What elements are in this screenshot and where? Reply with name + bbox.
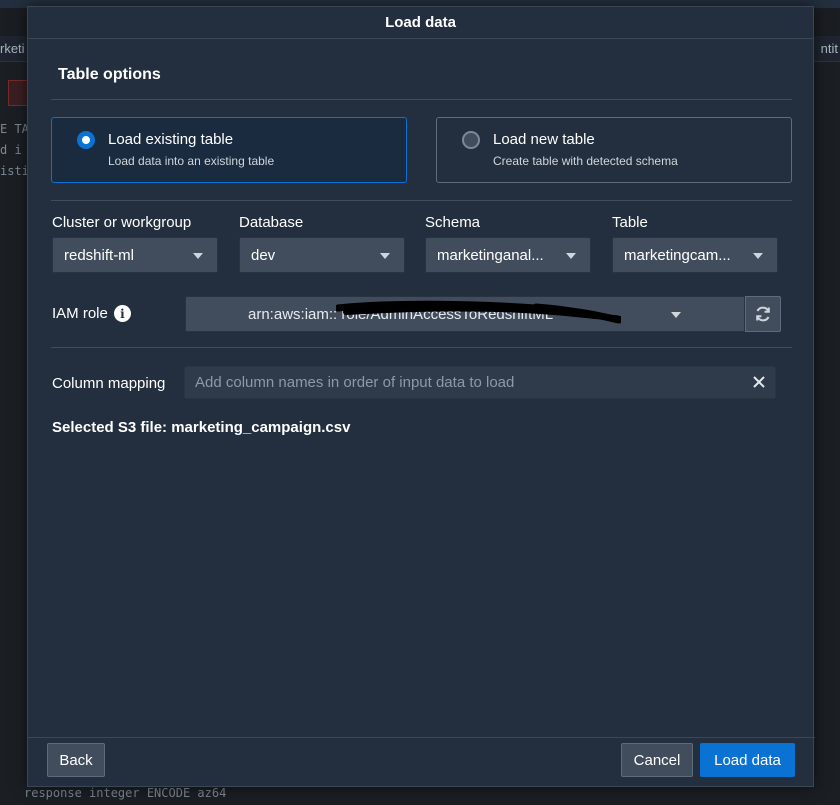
- modal-header: Load data: [28, 7, 813, 39]
- option-load-new-table[interactable]: Load new table Create table with detecte…: [436, 117, 792, 183]
- background-tab-left: rketi: [0, 41, 25, 56]
- cancel-button[interactable]: Cancel: [621, 743, 693, 777]
- chevron-down-icon: [671, 312, 681, 318]
- back-button[interactable]: Back: [47, 743, 105, 777]
- modal-body: Table options Load existing table Load d…: [51, 40, 792, 740]
- schema-value: marketinganal...: [437, 246, 544, 264]
- iam-divider: [51, 347, 792, 348]
- cluster-value: redshift-ml: [64, 246, 135, 264]
- cluster-label: Cluster or workgroup: [52, 214, 192, 231]
- info-icon[interactable]: i: [113, 305, 131, 322]
- background-tab-right: ntit: [820, 41, 838, 56]
- schema-label: Schema: [425, 214, 481, 231]
- load-data-button[interactable]: Load data: [700, 743, 795, 777]
- chevron-down-icon: [753, 253, 763, 259]
- chevron-down-icon: [380, 253, 390, 259]
- close-icon[interactable]: [751, 374, 767, 390]
- background-code-line: E TA: [0, 122, 29, 136]
- background-code-line: response integer ENCODE az64: [24, 786, 227, 800]
- radio-button[interactable]: [462, 131, 480, 149]
- options-divider: [51, 200, 792, 201]
- option-description: Load data into an existing table: [108, 154, 275, 168]
- table-select[interactable]: marketingcam...: [612, 237, 778, 273]
- option-label: Load new table: [493, 131, 595, 148]
- column-mapping-label: Column mapping: [52, 375, 166, 392]
- refresh-button[interactable]: [745, 296, 781, 332]
- section-title: Table options: [58, 66, 161, 83]
- iam-role-select[interactable]: arn:aws:iam:: role/AdminAccessToRedshift…: [185, 296, 745, 332]
- database-select[interactable]: dev: [239, 237, 405, 273]
- footer-divider: [28, 737, 815, 738]
- section-divider: [51, 99, 792, 100]
- option-description: Create table with detected schema: [493, 154, 678, 168]
- iam-role-label-text: IAM role: [52, 305, 108, 322]
- selected-s3-file: Selected S3 file: marketing_campaign.csv: [52, 419, 351, 436]
- schema-select[interactable]: marketinganal...: [425, 237, 591, 273]
- table-value: marketingcam...: [624, 246, 731, 264]
- cluster-select[interactable]: redshift-ml: [52, 237, 218, 273]
- load-data-modal: Load data Table options Load existing ta…: [27, 6, 815, 787]
- modal-title: Load data: [385, 14, 456, 31]
- iam-role-label: IAM role i: [52, 305, 131, 322]
- chevron-down-icon: [566, 253, 576, 259]
- chevron-down-icon: [193, 253, 203, 259]
- refresh-icon: [756, 306, 770, 322]
- option-label: Load existing table: [108, 131, 234, 148]
- column-mapping-input[interactable]: [184, 366, 776, 399]
- database-value: dev: [251, 246, 276, 264]
- background-code-line: isti: [0, 164, 29, 178]
- database-label: Database: [239, 214, 304, 231]
- redaction-scribble: [336, 300, 621, 324]
- radio-button-selected[interactable]: [77, 131, 95, 149]
- background-code-line: d i: [0, 143, 22, 157]
- table-label: Table: [612, 214, 648, 231]
- option-load-existing-table[interactable]: Load existing table Load data into an ex…: [51, 117, 407, 183]
